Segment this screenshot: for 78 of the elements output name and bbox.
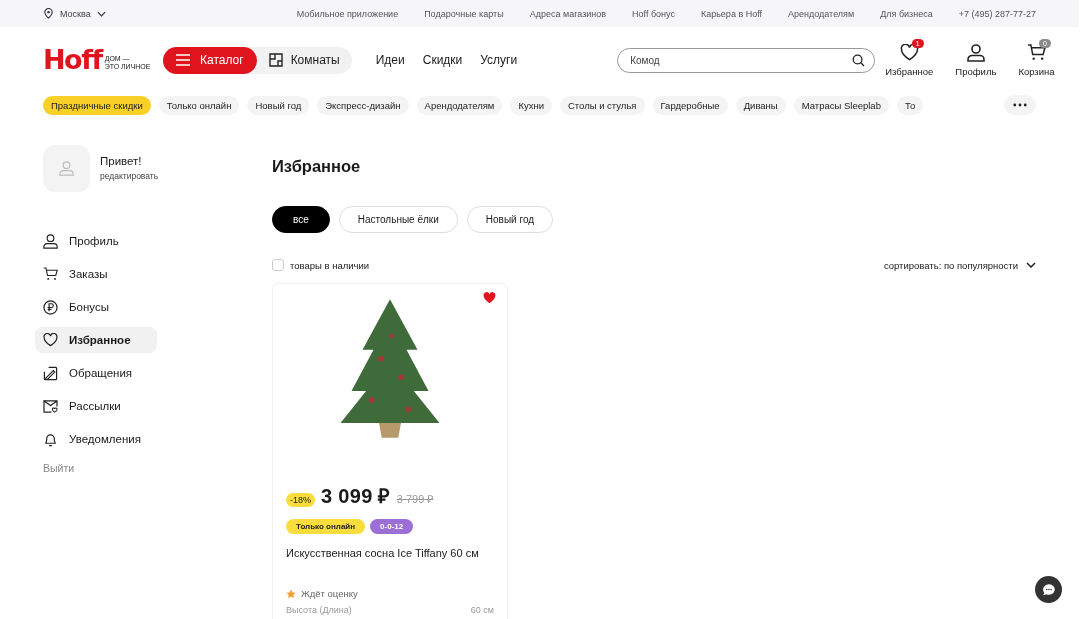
category-chip[interactable]: Только онлайн: [158, 95, 240, 115]
spec-name: Высота (Длина): [286, 605, 352, 615]
top-link[interactable]: Подарочные карты: [424, 8, 504, 19]
sidebar-item[interactable]: Уведомления: [35, 426, 157, 452]
old-price: 3 799 ₽: [396, 492, 434, 506]
phone-link[interactable]: +7 (495) 287-77-27: [958, 8, 1036, 19]
more-icon: [1013, 103, 1027, 107]
cart-icon: [43, 267, 58, 281]
bell-icon: [43, 431, 58, 447]
user-icon: [966, 43, 985, 62]
user-icon: [59, 161, 74, 176]
catalog-button[interactable]: Каталог: [163, 46, 257, 74]
nav-link[interactable]: Скидки: [422, 53, 463, 67]
category-chip[interactable]: Новый год: [247, 95, 310, 115]
rooms-button[interactable]: Комнаты: [256, 46, 352, 74]
top-link[interactable]: Для бизнеса: [880, 8, 933, 19]
star-icon: [286, 588, 296, 599]
location-pin-icon: [43, 8, 54, 19]
ruble-coin-icon: [43, 299, 58, 315]
heart-icon: [899, 43, 919, 61]
chat-button[interactable]: [1035, 576, 1062, 603]
product-name[interactable]: Искусственная сосна Ice Tiffany 60 см: [286, 547, 494, 559]
top-link[interactable]: Арендодателям: [788, 8, 855, 19]
category-chip[interactable]: Кухни: [510, 95, 552, 115]
top-link[interactable]: Карьера в Hoff: [700, 8, 762, 19]
sidebar-item[interactable]: Заказы: [35, 261, 157, 287]
sidebar-item[interactable]: Профиль: [35, 228, 157, 254]
rating-text: Ждёт оценку: [301, 588, 358, 599]
city-selector[interactable]: Москва: [43, 8, 106, 19]
heart-icon[interactable]: [483, 292, 496, 304]
category-chip[interactable]: Диваны: [735, 95, 786, 115]
greeting-text: Привет!: [100, 155, 143, 167]
envelope-icon: [43, 399, 58, 413]
checkbox-label: товары в наличии: [290, 259, 370, 271]
category-chip[interactable]: Гардеробные: [652, 95, 728, 115]
user-icon: [43, 233, 58, 249]
filter-chip[interactable]: Новый год: [466, 206, 554, 233]
sidebar-item[interactable]: Бонусы: [35, 294, 157, 320]
cart-icon: [1026, 43, 1046, 61]
category-chip[interactable]: Столы и стулья: [559, 95, 645, 115]
chevron-down-icon: [96, 10, 106, 17]
heart-icon: [43, 333, 58, 347]
category-chip[interactable]: Экспресс-дизайн: [317, 95, 409, 115]
edit-icon: [43, 365, 58, 381]
header-action[interactable]: Профиль: [955, 43, 997, 77]
logo[interactable]: Hoff: [43, 47, 102, 73]
category-chip[interactable]: То: [896, 95, 924, 115]
top-link[interactable]: Мобильное приложение: [296, 8, 399, 19]
sidebar-item[interactable]: Обращения: [35, 360, 157, 386]
top-link[interactable]: Hoff бонус: [632, 8, 675, 19]
edit-link[interactable]: редактировать: [100, 171, 159, 181]
discount-badge: -18%: [286, 493, 315, 507]
spec-value: 60 см: [470, 605, 494, 615]
price: 3 099 ₽: [321, 484, 391, 509]
nav-link[interactable]: Идеи: [375, 53, 405, 67]
logout-link[interactable]: Выйти: [43, 462, 272, 474]
top-link[interactable]: Адреса магазинов: [529, 8, 607, 19]
checkbox[interactable]: [272, 259, 284, 271]
page-title: Избранное: [272, 157, 362, 176]
more-button[interactable]: [1004, 95, 1036, 115]
chat-bubble-icon: [1041, 582, 1056, 597]
search-icon: [852, 53, 866, 67]
sidebar-item[interactable]: Избранное: [35, 327, 157, 353]
filter-chip[interactable]: все: [272, 206, 330, 233]
sort-dropdown[interactable]: сортировать: по популярности: [883, 259, 1036, 271]
filter-chip[interactable]: Настольные ёлки: [338, 206, 458, 233]
nav-link[interactable]: Услуги: [480, 53, 518, 67]
category-chip[interactable]: Праздничные скидки: [43, 95, 151, 115]
search-field[interactable]: Комод: [617, 47, 876, 73]
product-tag: Только онлайн: [286, 519, 366, 534]
menu-icon: [176, 54, 190, 66]
sidebar-item[interactable]: Рассылки: [35, 393, 157, 419]
category-chip[interactable]: Матрасы Sleeplab: [793, 95, 889, 115]
floor-plan-icon: [268, 53, 283, 67]
product-card[interactable]: -18% 3 099 ₽ 3 799 ₽ Только онлайн 0-0-12 Искусственная сосна Ice Tiffany 60 см Ждёт оценку Высота (Длина) 60 см: [272, 283, 508, 619]
category-chip[interactable]: Арендодателям: [416, 95, 503, 115]
chevron-down-icon: [1026, 262, 1036, 268]
product-tag: 0-0-12: [370, 519, 414, 534]
